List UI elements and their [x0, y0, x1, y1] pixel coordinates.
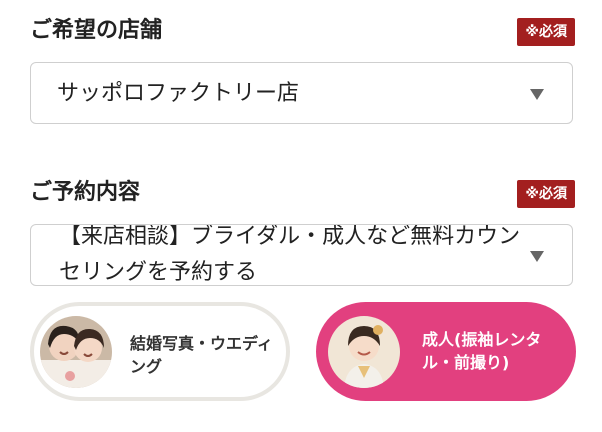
- category-option-label: 結婚写真・ウエディング: [130, 334, 273, 376]
- reservation-form: ご希望の店舗 ※必須 サッポロファクトリー店 ご予約内容 ※必須 【来店相談】ブ…: [0, 0, 602, 432]
- category-option-label: 成人(振袖レンタル・前撮り): [422, 330, 542, 372]
- category-option-wedding[interactable]: 結婚写真・ウエディング: [30, 302, 290, 401]
- store-section-header: ご希望の店舗 ※必須: [30, 14, 575, 50]
- wedding-couple-photo: [40, 316, 112, 388]
- chevron-down-icon: [530, 89, 544, 100]
- reservation-select[interactable]: 【来店相談】ブライダル・成人など無料カウンセリングを予約する: [30, 224, 573, 286]
- store-select[interactable]: サッポロファクトリー店: [30, 62, 573, 124]
- chevron-down-icon: [530, 251, 544, 262]
- furisode-woman-photo: [328, 316, 400, 388]
- reservation-section-label: ご予約内容: [30, 180, 141, 205]
- store-select-value: サッポロファクトリー店: [57, 81, 300, 106]
- required-badge: ※必須: [517, 18, 575, 46]
- category-option-coming-of-age[interactable]: 成人(振袖レンタル・前撮り): [316, 302, 576, 401]
- reservation-select-value: 【来店相談】ブライダル・成人など無料カウンセリングを予約する: [59, 224, 521, 285]
- store-section-label: ご希望の店舗: [30, 18, 163, 43]
- reservation-section-header: ご予約内容 ※必須: [30, 176, 575, 212]
- required-badge: ※必須: [517, 180, 575, 208]
